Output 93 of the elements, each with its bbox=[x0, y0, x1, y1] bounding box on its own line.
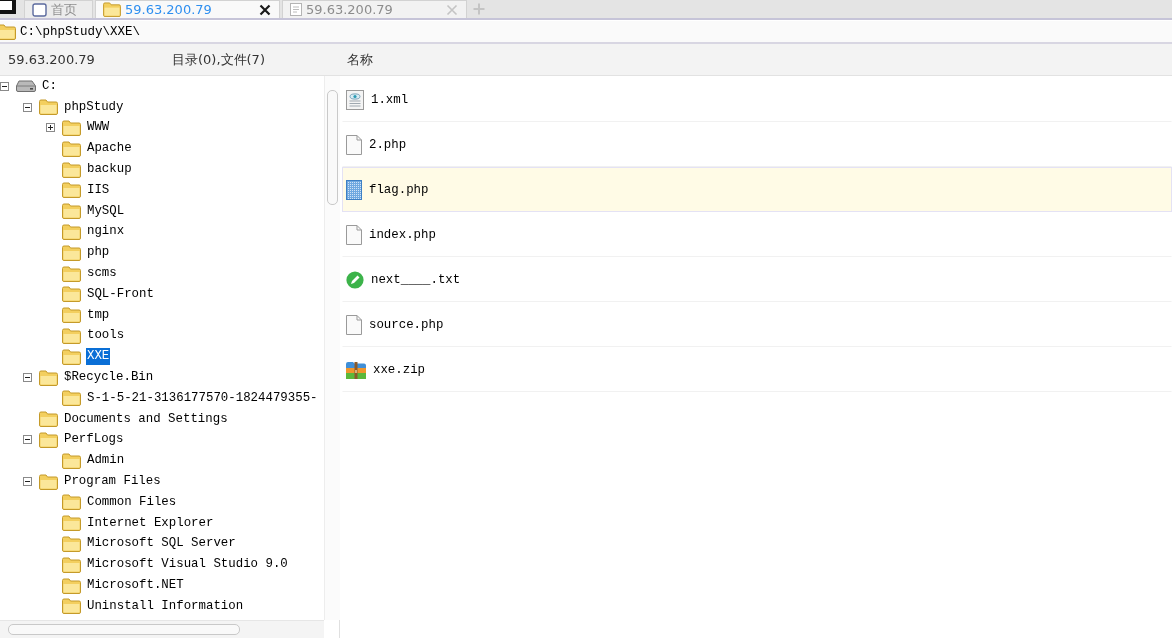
folder-icon bbox=[62, 494, 81, 511]
tree-item[interactable]: Apache bbox=[86, 140, 133, 158]
file-row[interactable]: xxe.zip bbox=[342, 347, 1172, 392]
folder-icon bbox=[62, 120, 81, 136]
dotted-file-icon bbox=[346, 179, 362, 200]
folder-icon bbox=[62, 244, 81, 261]
collapse-icon[interactable] bbox=[0, 81, 9, 91]
folder-icon bbox=[62, 535, 81, 552]
scroll-thumb[interactable] bbox=[8, 624, 240, 635]
file-row[interactable]: 1.xml bbox=[342, 77, 1172, 122]
document-icon bbox=[346, 224, 362, 245]
tree-item[interactable]: SQL-Front bbox=[86, 285, 155, 303]
document-icon bbox=[290, 3, 302, 16]
folder-icon bbox=[62, 515, 81, 532]
file-row[interactable]: index.php bbox=[342, 212, 1172, 257]
column-header[interactable]: 名称 bbox=[347, 50, 373, 69]
folder-icon bbox=[62, 452, 81, 469]
drive-icon bbox=[16, 80, 36, 93]
tree-item[interactable]: Internet Explorer bbox=[86, 514, 215, 532]
tree-item[interactable]: Microsoft SQL Server bbox=[86, 535, 237, 553]
tree-item[interactable]: MySQL bbox=[86, 202, 126, 220]
address-bar[interactable]: C:\phpStudy\XXE\ bbox=[0, 20, 1172, 44]
vertical-scrollbar[interactable] bbox=[324, 76, 340, 620]
file-name: 1.xml bbox=[371, 92, 409, 107]
folder-icon bbox=[62, 390, 81, 407]
file-row[interactable]: source.php bbox=[342, 302, 1172, 347]
tree-item[interactable]: Admin bbox=[86, 452, 126, 470]
folder-icon bbox=[62, 203, 81, 220]
collapse-icon[interactable] bbox=[23, 435, 32, 445]
scroll-thumb[interactable] bbox=[327, 90, 338, 205]
folder-icon bbox=[39, 369, 58, 386]
collapse-icon[interactable] bbox=[23, 373, 32, 383]
collapse-icon[interactable] bbox=[23, 102, 32, 112]
folder-icon bbox=[62, 327, 81, 344]
document-icon bbox=[346, 314, 362, 335]
collapse-icon[interactable] bbox=[23, 477, 32, 487]
file-name: xxe.zip bbox=[373, 362, 426, 377]
server-address: 59.63.200.79 bbox=[7, 52, 96, 67]
tree-item[interactable]: phpStudy bbox=[63, 98, 125, 116]
folder-icon bbox=[39, 99, 58, 116]
square-icon bbox=[32, 2, 47, 17]
tree-item[interactable]: Microsoft Visual Studio 9.0 bbox=[86, 556, 289, 574]
tree-item[interactable]: php bbox=[86, 244, 111, 262]
tree-item[interactable]: nginx bbox=[86, 223, 126, 241]
folder-summary: 目录(0),文件(7) bbox=[172, 50, 266, 69]
tree-item[interactable]: backup bbox=[86, 161, 133, 179]
folder-icon bbox=[62, 348, 81, 365]
expand-icon[interactable] bbox=[46, 123, 55, 133]
folder-icon bbox=[103, 2, 121, 17]
tree-item[interactable]: IIS bbox=[86, 181, 111, 199]
folder-icon bbox=[39, 473, 58, 490]
pencil-icon bbox=[346, 270, 364, 289]
tree-item[interactable]: C: bbox=[41, 77, 58, 95]
file-name: index.php bbox=[369, 227, 436, 242]
tree-item[interactable]: tools bbox=[86, 327, 126, 345]
tree-item[interactable]: Microsoft.NET bbox=[86, 577, 185, 594]
tree-item[interactable]: Uninstall Information bbox=[86, 597, 245, 615]
folder-icon bbox=[62, 598, 81, 615]
folder-icon bbox=[62, 307, 81, 324]
tree-item[interactable]: WWW bbox=[86, 119, 111, 137]
xml-file-icon bbox=[346, 89, 364, 110]
tree-item[interactable]: tmp bbox=[86, 306, 111, 324]
tree-item[interactable]: scms bbox=[86, 265, 118, 283]
file-name: next____.txt bbox=[371, 272, 461, 287]
archive-icon bbox=[346, 360, 366, 379]
app-logo-icon bbox=[0, 0, 18, 16]
document-icon bbox=[346, 134, 362, 155]
folder-icon bbox=[62, 286, 81, 303]
folder-icon bbox=[0, 23, 16, 40]
tree-item[interactable]: Documents and Settings bbox=[63, 410, 229, 428]
tree-item[interactable]: Program Files bbox=[63, 473, 162, 491]
close-icon[interactable] bbox=[259, 3, 271, 16]
folder-icon bbox=[62, 223, 81, 240]
file-name: flag.php bbox=[369, 182, 429, 197]
tree-item[interactable]: PerfLogs bbox=[63, 431, 125, 449]
folder-icon bbox=[62, 182, 81, 199]
file-name: source.php bbox=[369, 317, 444, 332]
folder-icon bbox=[62, 265, 81, 282]
folder-icon bbox=[62, 161, 81, 178]
tree-item[interactable]: XXE bbox=[86, 348, 111, 366]
tree-item[interactable]: $Recycle.Bin bbox=[63, 369, 155, 387]
folder-icon bbox=[62, 577, 81, 594]
file-name: 2.php bbox=[369, 137, 407, 152]
folder-icon bbox=[62, 140, 81, 157]
folder-icon bbox=[39, 431, 58, 448]
folder-icon bbox=[62, 556, 81, 573]
tree-item[interactable]: Common Files bbox=[86, 493, 178, 511]
horizontal-scrollbar[interactable] bbox=[0, 620, 324, 638]
file-row[interactable]: next____.txt bbox=[342, 257, 1172, 302]
tree-item[interactable]: S-1-5-21-3136177570-1824479355- bbox=[86, 389, 319, 407]
file-row[interactable]: flag.php bbox=[342, 167, 1172, 212]
folder-icon bbox=[39, 411, 58, 428]
address-path: C:\phpStudy\XXE\ bbox=[20, 24, 141, 39]
